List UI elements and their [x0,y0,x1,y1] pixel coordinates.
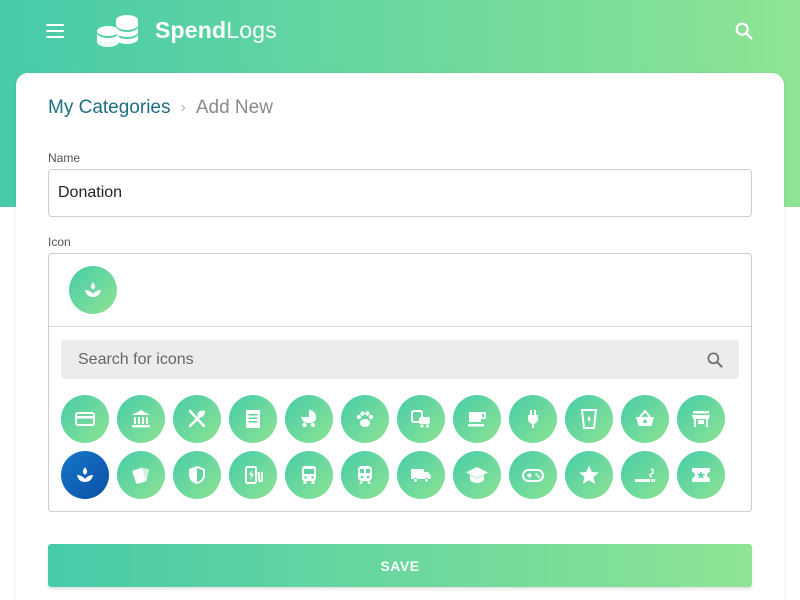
stroller-icon[interactable] [285,395,333,443]
receipt-icon[interactable] [229,395,277,443]
shopping-basket-icon[interactable] [621,395,669,443]
search-icon[interactable] [733,20,755,42]
add-category-card: My Categories › Add New Name Icon [16,73,784,600]
donation-icon [85,282,101,297]
icon-search-field [61,340,739,379]
search-icon[interactable] [705,350,725,370]
water-glass-icon[interactable] [565,395,613,443]
credit-card-icon[interactable] [61,395,109,443]
breadcrumb: My Categories › Add New [48,97,273,119]
star-icon[interactable] [565,451,613,499]
coffee-icon[interactable] [453,395,501,443]
truck-icon[interactable] [397,451,445,499]
cards-icon[interactable] [117,451,165,499]
app-bar: SpendLogs [0,0,800,62]
breadcrumb-current: Add New [195,97,273,118]
education-icon[interactable] [453,451,501,499]
ev-charger-icon[interactable] [229,451,277,499]
donation-icon[interactable] [61,451,109,499]
coin-stack-logo-icon [97,15,138,47]
breadcrumb-separator: › [180,99,186,116]
name-label: Name [48,151,81,165]
selected-icon-preview [69,266,117,314]
bus-icon[interactable] [285,451,333,499]
pet-paw-icon[interactable] [341,395,389,443]
gamepad-icon[interactable] [509,451,557,499]
icon-search-input[interactable] [61,340,705,379]
train-icon[interactable] [341,451,389,499]
brand-name: SpendLogs [155,17,277,43]
power-plug-icon[interactable] [509,395,557,443]
menu-icon[interactable] [46,20,68,42]
icon-picker [48,253,752,512]
save-button[interactable]: SAVE [48,544,752,587]
security-shield-icon[interactable] [173,451,221,499]
icon-label: Icon [48,235,71,249]
bank-icon[interactable] [117,395,165,443]
icon-grid [61,395,741,499]
breadcrumb-my-categories[interactable]: My Categories [48,97,171,119]
name-input[interactable] [48,169,752,217]
store-icon[interactable] [677,395,725,443]
restaurant-icon[interactable] [173,395,221,443]
commute-icon[interactable] [397,395,445,443]
icon-picker-divider [49,326,751,327]
smoking-icon[interactable] [621,451,669,499]
ticket-icon[interactable] [677,451,725,499]
